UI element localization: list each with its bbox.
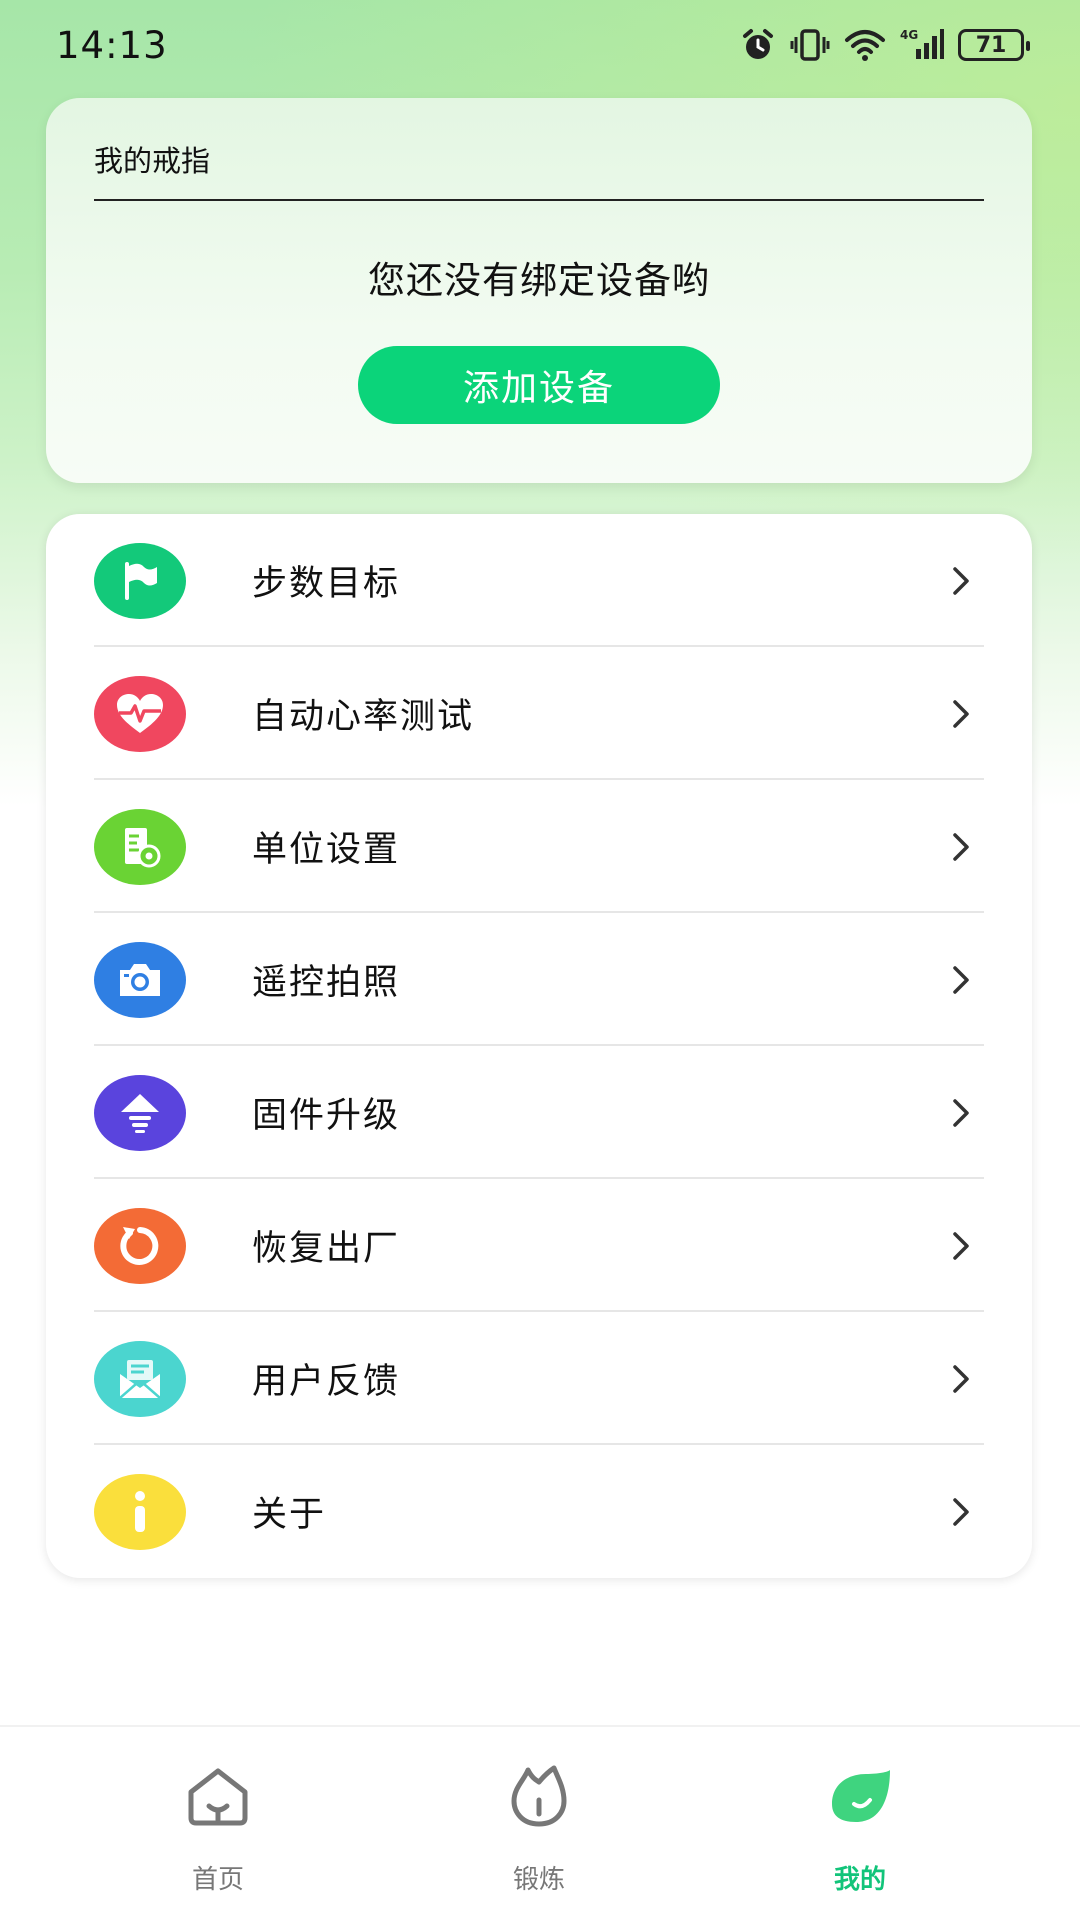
reset-icon xyxy=(94,1207,186,1284)
upgrade-icon xyxy=(94,1074,186,1151)
menu-item-label: 固件升级 xyxy=(252,1096,401,1136)
ring-card-title: 我的戒指 xyxy=(94,144,211,178)
menu-item-step-goal[interactable]: 步数目标 xyxy=(94,514,984,647)
menu-item-remote-photo[interactable]: 遥控拍照 xyxy=(94,913,984,1046)
settings-menu: 步数目标 自动心率测试 单位设置 遥控拍照 固件升级 恢复出厂 用户反馈 关于 xyxy=(46,514,1032,1578)
add-device-button[interactable]: 添加设备 xyxy=(358,346,720,424)
nav-item-exercise[interactable]: 锻炼 xyxy=(439,1727,639,1920)
nav-item-profile[interactable]: 我的 xyxy=(760,1727,960,1920)
menu-item-label: 用户反馈 xyxy=(252,1362,401,1402)
status-time: 14:13 xyxy=(56,23,168,67)
menu-item-label: 恢复出厂 xyxy=(252,1229,401,1269)
bottom-nav: 首页 锻炼 我的 xyxy=(0,1725,1080,1920)
menu-item-heart-rate[interactable]: 自动心率测试 xyxy=(94,647,984,780)
svg-text:4G: 4G xyxy=(900,28,918,42)
chevron-right-icon xyxy=(953,832,969,861)
flag-icon xyxy=(94,542,186,619)
alarm-icon xyxy=(743,29,773,59)
chevron-right-icon xyxy=(953,965,969,994)
chevron-right-icon xyxy=(953,1497,969,1526)
home-icon xyxy=(183,1759,253,1835)
menu-item-user-feedback[interactable]: 用户反馈 xyxy=(94,1312,984,1445)
chevron-right-icon xyxy=(953,699,969,728)
status-icons: 4G 71 xyxy=(740,27,1030,63)
battery-level: 71 xyxy=(975,32,1007,58)
divider xyxy=(94,199,984,201)
screen: 14:13 4G 71 我的戒指 您还没有绑定设备哟 添加设备 步数目标 自动心… xyxy=(0,0,1080,1920)
ring-card: 我的戒指 您还没有绑定设备哟 添加设备 xyxy=(46,98,1032,483)
menu-item-unit-settings[interactable]: 单位设置 xyxy=(94,780,984,913)
chevron-right-icon xyxy=(953,1231,969,1260)
profile-icon xyxy=(824,1759,896,1835)
battery-icon: 71 xyxy=(958,29,1030,61)
info-icon xyxy=(94,1473,186,1550)
feedback-icon xyxy=(94,1340,186,1417)
signal-4g-icon: 4G xyxy=(900,28,944,59)
nav-label: 锻炼 xyxy=(512,1865,565,1895)
menu-item-label: 遥控拍照 xyxy=(252,963,401,1003)
menu-item-firmware-upgrade[interactable]: 固件升级 xyxy=(94,1046,984,1179)
vibrate-icon xyxy=(790,29,830,61)
menu-item-factory-reset[interactable]: 恢复出厂 xyxy=(94,1179,984,1312)
unit-settings-icon xyxy=(94,808,186,885)
exercise-icon xyxy=(506,1759,572,1835)
nav-label: 我的 xyxy=(833,1865,886,1895)
menu-item-label: 关于 xyxy=(252,1495,327,1535)
heart-rate-icon xyxy=(94,675,186,752)
menu-item-label: 自动心率测试 xyxy=(252,697,475,737)
menu-item-about[interactable]: 关于 xyxy=(94,1445,984,1578)
menu-item-label: 单位设置 xyxy=(252,830,401,870)
camera-icon xyxy=(94,941,186,1018)
chevron-right-icon xyxy=(953,1364,969,1393)
menu-item-label: 步数目标 xyxy=(252,564,401,604)
wifi-icon xyxy=(845,30,885,61)
chevron-right-icon xyxy=(953,1098,969,1127)
status-bar: 14:13 4G 71 xyxy=(0,0,1080,90)
nav-label: 首页 xyxy=(191,1865,244,1895)
no-device-message: 您还没有绑定设备哟 xyxy=(368,259,710,302)
nav-item-home[interactable]: 首页 xyxy=(118,1727,318,1920)
chevron-right-icon xyxy=(953,566,969,595)
